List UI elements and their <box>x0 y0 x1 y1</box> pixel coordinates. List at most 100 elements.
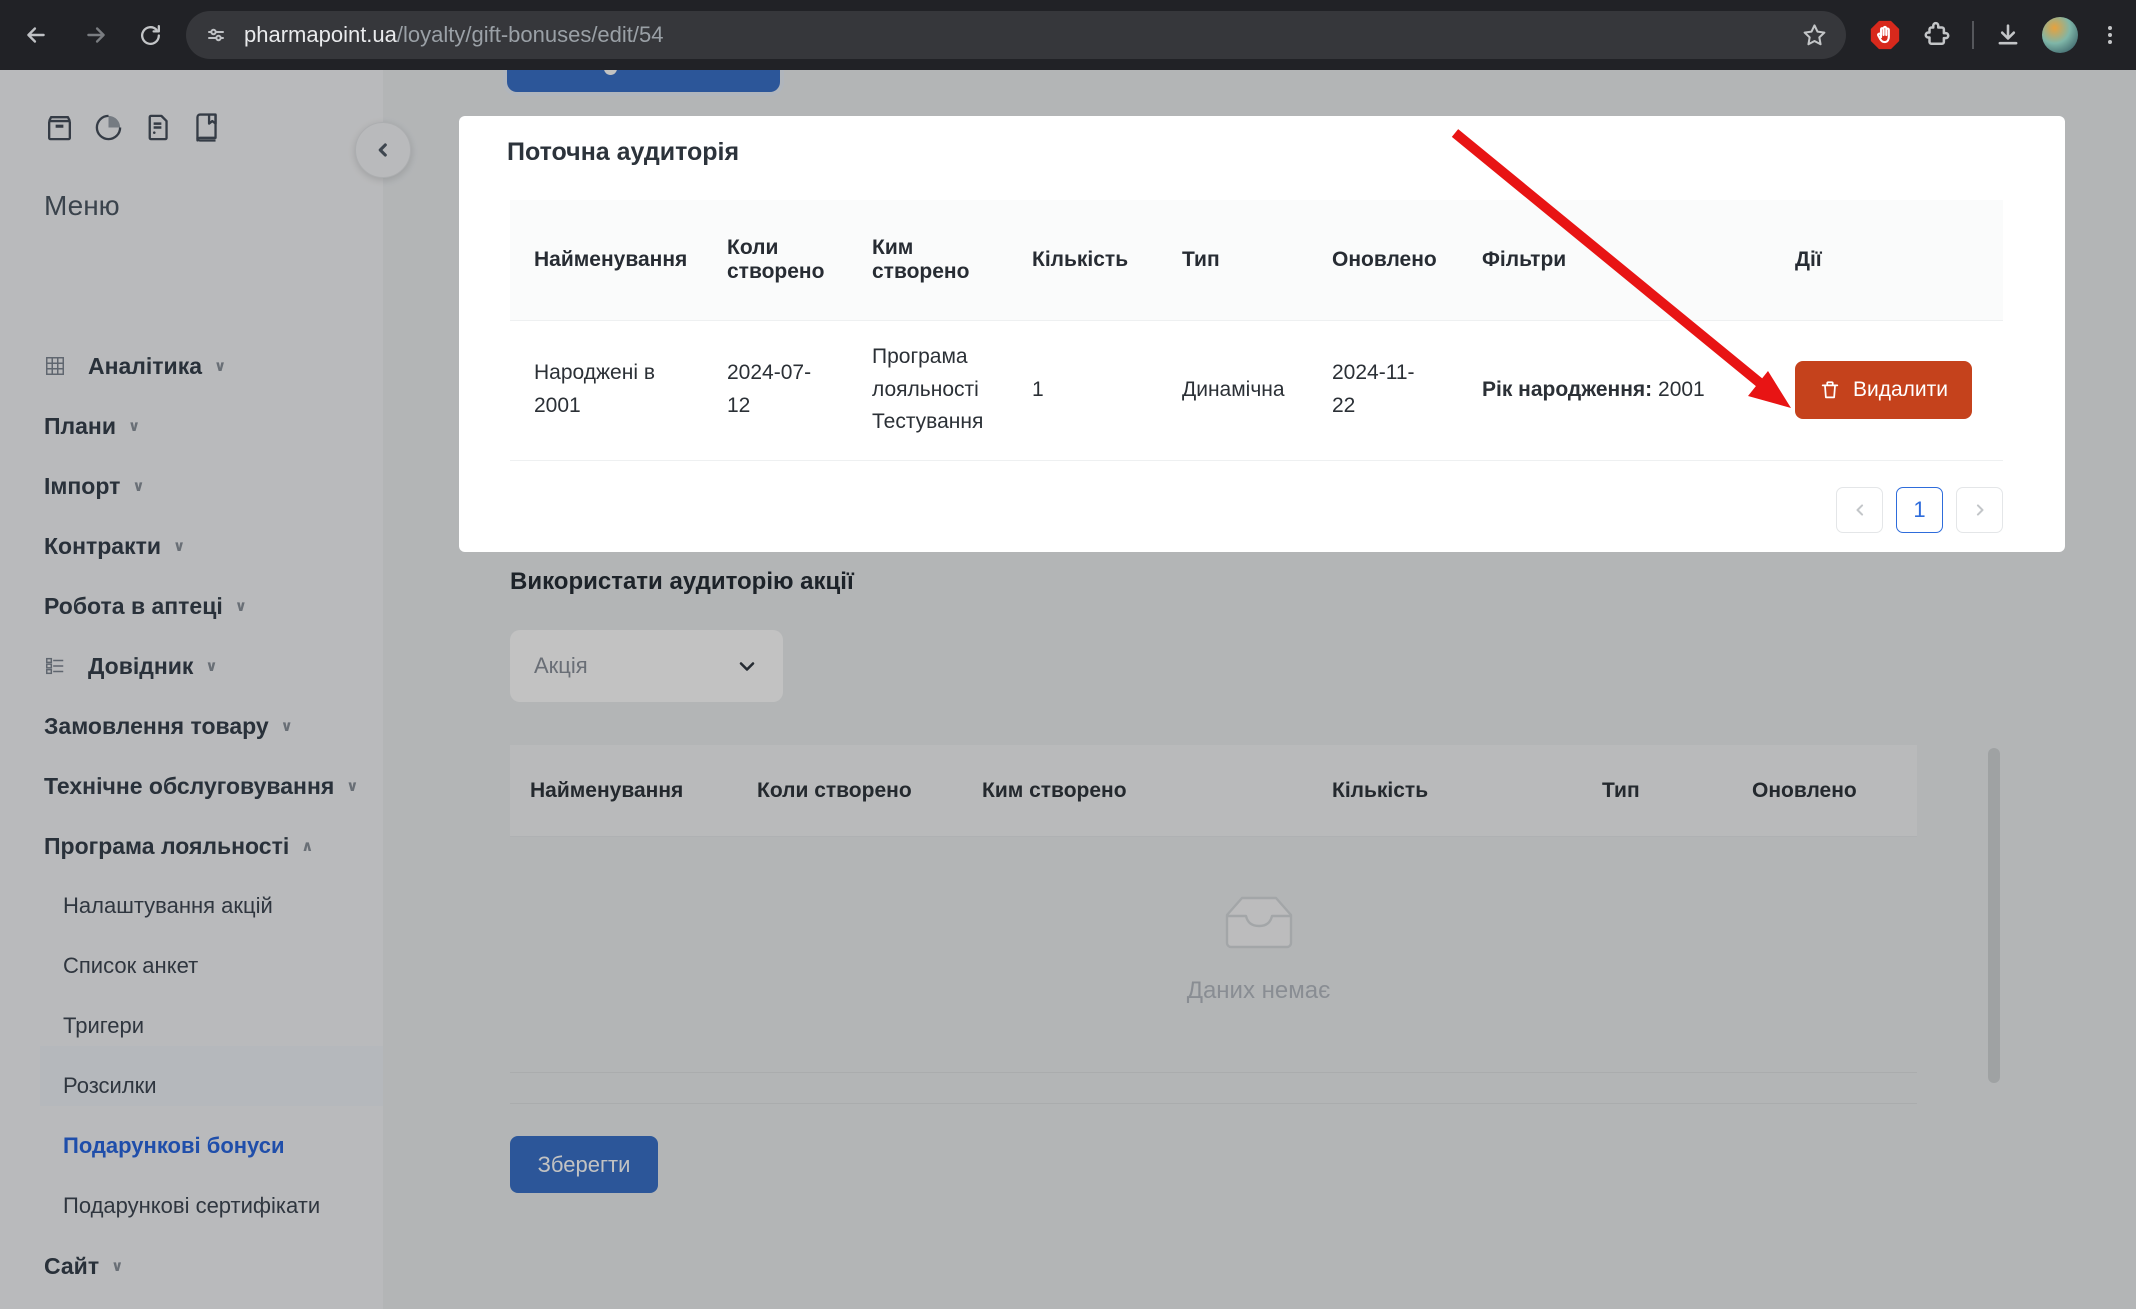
profile-avatar[interactable] <box>2042 17 2078 53</box>
promo-select-placeholder: Акція <box>534 653 735 679</box>
cell-name: Народжені в 2001 <box>510 320 703 460</box>
trash-icon <box>1819 379 1841 401</box>
chevron-down-icon: ∨ <box>235 597 247 615</box>
grid-icon <box>44 355 66 377</box>
sidebar-item-import[interactable]: Імпорт ∨ <box>44 456 145 516</box>
cell-actions: Видалити <box>1771 320 2003 460</box>
col-header-created-by: Ким створено <box>848 200 1008 320</box>
pagination-prev-button[interactable] <box>1836 487 1883 533</box>
sidebar-item-label: Список анкет <box>63 953 198 979</box>
table-row: Народжені в 2001 2024-07-12 Програма лоя… <box>510 320 2003 460</box>
promo-table-empty-body: Даних немає <box>510 837 1917 1073</box>
sidebar-item-triggers[interactable]: Тригери <box>63 996 144 1056</box>
sidebar-item-promo-settings[interactable]: Налаштування акцій <box>63 876 273 936</box>
cell-filters: Рік народження: 2001 <box>1458 320 1771 460</box>
sidebar-item-label: Плани <box>44 413 116 440</box>
extensions-puzzle-icon[interactable] <box>1922 20 1952 50</box>
downloads-icon[interactable] <box>1994 21 2022 49</box>
col-header-name: Найменування <box>510 200 703 320</box>
promo-table-header: Найменування Коли створено Ким створено … <box>510 745 1917 837</box>
chevron-down-icon: ∨ <box>128 417 140 435</box>
sidebar-item-questionnaires[interactable]: Список анкет <box>63 936 198 996</box>
adblock-icon[interactable] <box>1868 18 1902 52</box>
delete-button-label: Видалити <box>1853 378 1948 402</box>
book-icon[interactable] <box>191 112 222 143</box>
pagination: 1 <box>1836 487 2003 533</box>
col-header-filters: Фільтри <box>1458 200 1771 320</box>
sidebar-item-pharmacy-work[interactable]: Робота в аптеці ∨ <box>44 576 247 636</box>
chevron-down-icon: ∨ <box>173 537 185 555</box>
col-header-updated: Оновлено <box>1308 200 1458 320</box>
sidebar-item-label: Довідник <box>88 653 193 680</box>
pie-chart-icon[interactable] <box>93 112 124 143</box>
sidebar-collapse-button[interactable] <box>355 122 411 178</box>
sidebar-item-plans[interactable]: Плани ∨ <box>44 396 140 456</box>
chevron-left-icon <box>372 139 394 161</box>
address-bar[interactable]: pharmapoint.ua/loyalty/gift-bonuses/edit… <box>186 11 1846 59</box>
browser-menu-kebab-icon[interactable] <box>2098 23 2122 47</box>
sidebar-item-label: Аналітика <box>88 353 202 380</box>
chevron-left-icon <box>1850 500 1870 520</box>
chevron-up-icon: ∧ <box>301 837 313 855</box>
col-header-name: Найменування <box>510 779 737 803</box>
sidebar-item-label: Контракти <box>44 533 161 560</box>
chevron-down-icon: ∨ <box>281 717 293 735</box>
chevron-down-icon: ∨ <box>205 657 217 675</box>
archive-icon[interactable] <box>44 112 75 143</box>
col-header-created-by: Ким створено <box>962 779 1312 803</box>
delete-button[interactable]: Видалити <box>1795 361 1972 419</box>
document-icon[interactable] <box>142 112 173 143</box>
sidebar-item-site[interactable]: Сайт ∨ <box>44 1236 123 1296</box>
col-header-type: Тип <box>1158 200 1308 320</box>
cell-created-date: 2024-07-12 <box>703 320 848 460</box>
sidebar-item-label: Тригери <box>63 1013 144 1039</box>
browser-reload-button[interactable] <box>128 13 172 57</box>
browser-forward-button[interactable] <box>74 13 118 57</box>
empty-state-text: Даних немає <box>1187 977 1331 1005</box>
current-audience-title: Поточна аудиторія <box>507 138 739 167</box>
sidebar-item-gift-certificates[interactable]: Подарункові сертифікати <box>63 1176 320 1236</box>
table-header-row: Найменування Коли створено Ким створено … <box>510 200 2003 320</box>
promo-select[interactable]: Акція <box>510 630 783 702</box>
sidebar-item-mailings[interactable]: Розсилки <box>63 1056 157 1116</box>
back-arrow-icon <box>23 22 49 48</box>
table-bottom-border <box>510 1103 1917 1104</box>
sidebar-item-label: Налаштування акцій <box>63 893 273 919</box>
cell-updated: 2024-11-22 <box>1308 320 1458 460</box>
sidebar-item-maintenance[interactable]: Технічне обслуговування ∨ <box>44 756 358 816</box>
list-icon <box>44 655 66 677</box>
pagination-next-button[interactable] <box>1956 487 2003 533</box>
site-info-icon[interactable] <box>204 23 228 47</box>
sidebar-item-label: Технічне обслуговування <box>44 773 334 800</box>
sidebar-item-instruction[interactable]: Інструкція <box>44 1296 150 1309</box>
vertical-scrollbar[interactable] <box>1988 748 2000 1083</box>
sidebar-item-label: Розсилки <box>63 1073 157 1099</box>
browser-toolbar: pharmapoint.ua/loyalty/gift-bonuses/edit… <box>0 0 2136 70</box>
empty-inbox-icon <box>1216 891 1302 961</box>
sidebar-item-contracts[interactable]: Контракти ∨ <box>44 516 185 576</box>
sidebar: Меню Аналітика ∨ Плани ∨ Імпорт ∨ Контра… <box>0 70 383 1309</box>
sidebar-item-label: Сайт <box>44 1253 99 1280</box>
sidebar-item-label: Програма лояльності <box>44 833 289 860</box>
url-text: pharmapoint.ua/loyalty/gift-bonuses/edit… <box>244 22 664 48</box>
col-header-actions: Дії <box>1771 200 2003 320</box>
toolbar-separator <box>1972 21 1974 49</box>
chevron-down-icon: ∨ <box>132 477 144 495</box>
reload-icon <box>138 23 163 48</box>
sidebar-item-label: Замовлення товару <box>44 713 269 740</box>
sidebar-item-goods-order[interactable]: Замовлення товару ∨ <box>44 696 293 756</box>
bookmark-star-icon[interactable] <box>1801 22 1828 49</box>
sidebar-item-directory[interactable]: Довідник ∨ <box>44 636 218 696</box>
sidebar-item-gift-bonuses[interactable]: Подарункові бонуси <box>63 1116 285 1176</box>
pagination-page-1[interactable]: 1 <box>1896 487 1943 533</box>
col-header-updated: Оновлено <box>1732 779 1917 803</box>
col-header-count: Кількість <box>1312 779 1582 803</box>
save-button[interactable]: Зберегти <box>510 1136 658 1193</box>
chevron-down-icon <box>735 654 759 678</box>
cell-created-by: Програма лояльності Тестування <box>848 320 1008 460</box>
sidebar-item-analytics[interactable]: Аналітика ∨ <box>44 336 226 396</box>
sidebar-item-loyalty-program[interactable]: Програма лояльності ∧ <box>44 816 313 876</box>
browser-back-button[interactable] <box>14 13 58 57</box>
chevron-down-icon: ∨ <box>111 1257 123 1275</box>
cell-type: Динамічна <box>1158 320 1308 460</box>
